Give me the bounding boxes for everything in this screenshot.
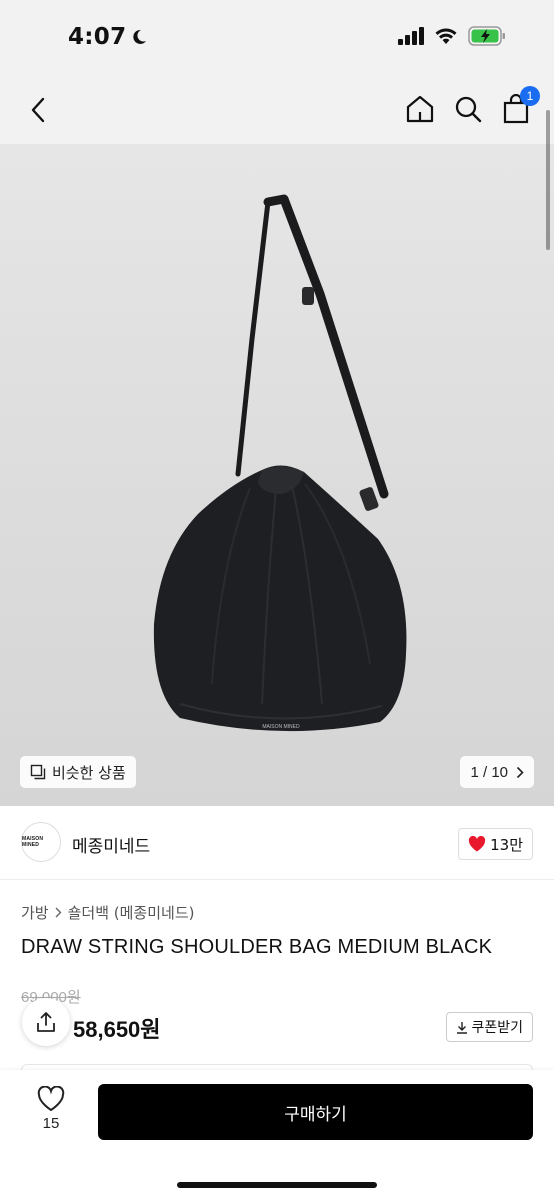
page-indicator-text: 1 / 10 [470,763,508,781]
nav-actions: 1 [404,86,540,126]
download-icon [457,1021,468,1034]
top-nav-bar: 1 [0,78,554,144]
bottom-action-bar: 15 구매하기 [0,1070,554,1200]
brand-name[interactable]: 메종미네드 [72,832,150,857]
home-button[interactable] [404,92,436,126]
status-icons [398,26,506,46]
back-button[interactable] [22,94,54,126]
breadcrumb: 가방 숄더백 (메종미네드) [21,902,194,923]
wifi-icon [435,28,457,44]
wishlist-button[interactable]: 15 [28,1086,74,1132]
share-icon [37,1012,55,1032]
heart-filled-icon [469,836,486,852]
sale-price: 58,650원 [73,1017,161,1042]
coupon-label: 쿠폰받기 [471,1020,523,1036]
scroll-indicator [546,110,550,250]
cart-count-badge: 1 [520,86,540,106]
brand-like-button[interactable]: 13만 [458,828,533,860]
image-page-indicator[interactable]: 1 / 10 [460,756,534,788]
chevron-right-icon [516,766,524,778]
bag-label-text: MAISON MINED [262,724,300,730]
breadcrumb-category[interactable]: 가방 [21,902,49,923]
cart-button[interactable]: 1 [500,86,540,126]
product-photo: MAISON MINED [153,194,407,732]
chevron-right-icon [55,907,62,918]
similar-products-label: 비슷한 상품 [52,763,126,782]
status-bar: 4:07 [0,0,554,78]
chevron-left-icon [31,97,45,123]
home-icon [406,95,434,123]
status-time: 4:07 [68,24,148,50]
share-button[interactable] [22,998,70,1046]
signal-icon [398,27,424,45]
brand-row[interactable]: MAISON MINED 메종미네드 13만 [0,806,554,880]
get-coupon-button[interactable]: 쿠폰받기 [446,1012,533,1042]
home-indicator [177,1182,377,1188]
similar-items-icon [30,764,46,780]
search-icon [455,96,482,123]
buy-button[interactable]: 구매하기 [98,1084,533,1140]
breadcrumb-subcategory[interactable]: 숄더백 (메종미네드) [68,902,195,923]
product-title: DRAW STRING SHOULDER BAG MEDIUM BLACK [21,936,493,958]
moon-icon [133,29,147,44]
brand-like-count: 13만 [490,835,523,854]
battery-charging-icon [468,26,505,46]
clock-text: 4:07 [68,24,127,50]
heart-outline-icon [37,1086,65,1112]
brand-logo[interactable]: MAISON MINED [21,822,61,862]
similar-products-button[interactable]: 비슷한 상품 [20,756,136,788]
product-image-carousel[interactable]: MAISON MINED 비슷한 상품 1 / 10 [0,144,554,806]
search-button[interactable] [452,92,484,126]
wishlist-count: 15 [42,1115,60,1132]
